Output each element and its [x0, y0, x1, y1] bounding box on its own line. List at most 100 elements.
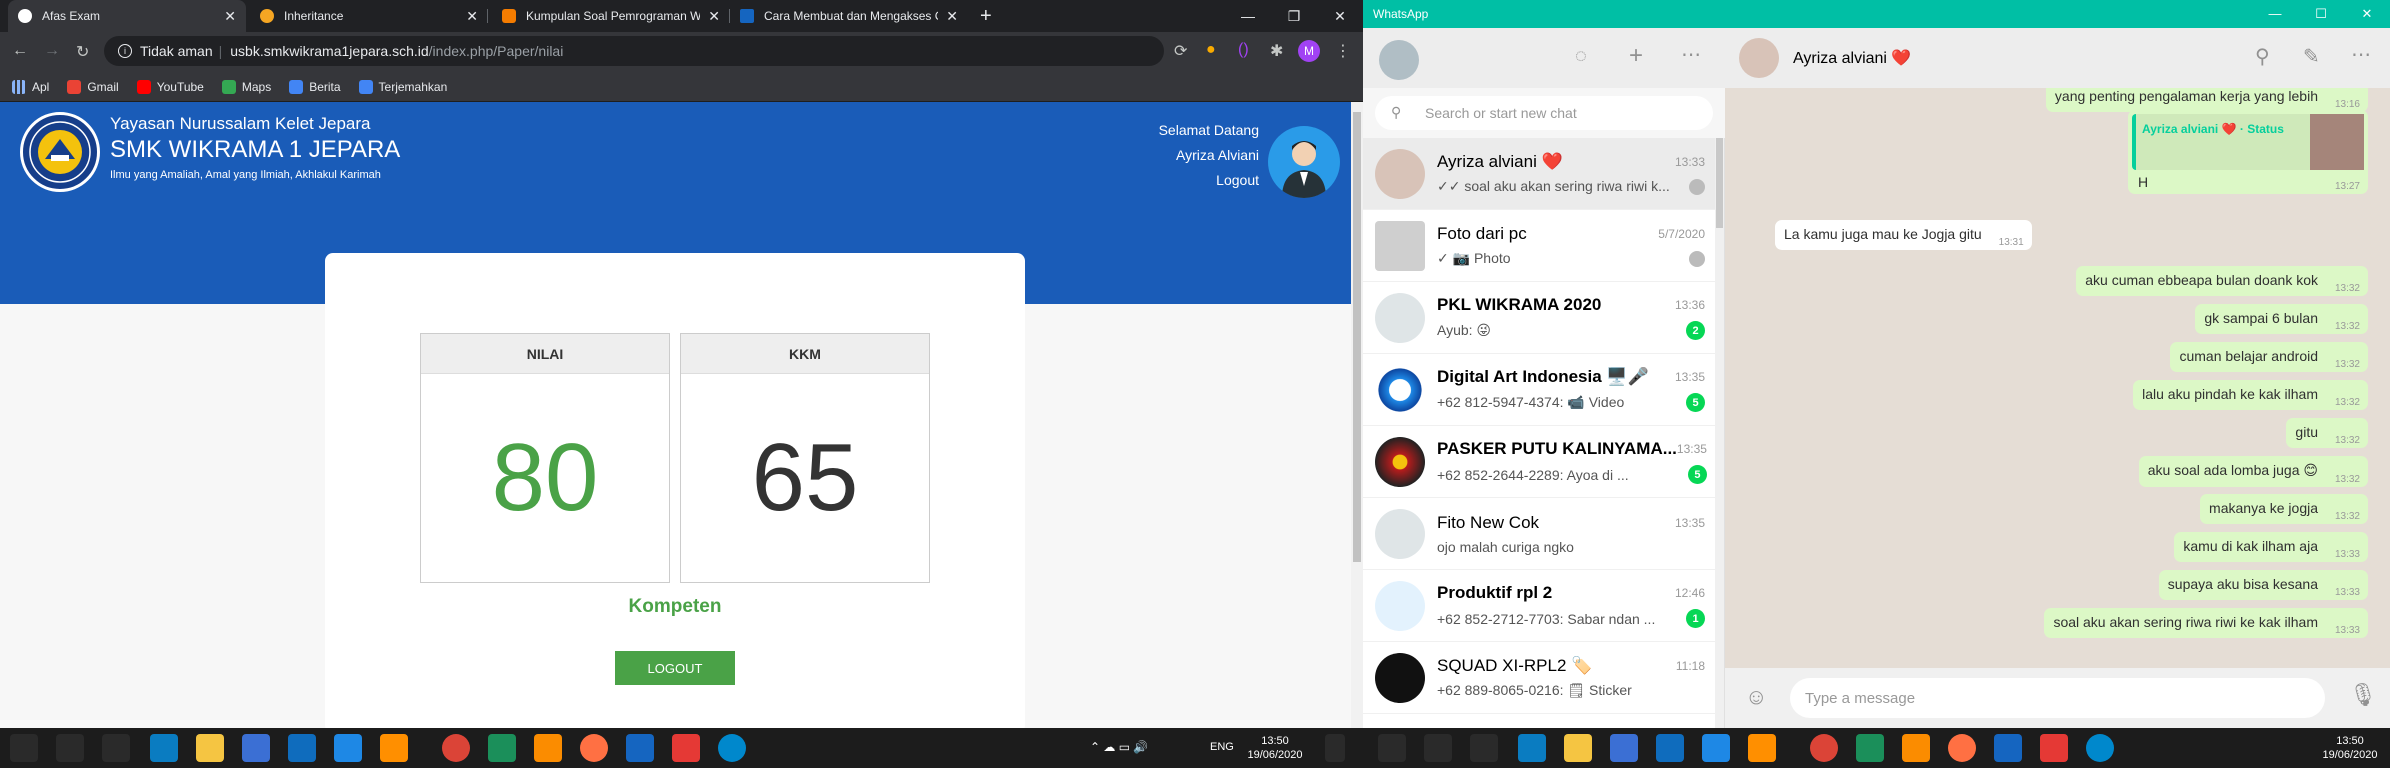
search-input[interactable]: ⚲ Search or start new chat	[1375, 96, 1713, 130]
message-bubble[interactable]: Ayriza alviani ❤️ · Status H 13:27	[2128, 110, 2368, 194]
address-bar[interactable]: i Tidak aman | usbk.smkwikrama1jepara.sc…	[104, 36, 1164, 66]
vscode-icon[interactable]	[1702, 734, 1730, 762]
notification-icon[interactable]	[1325, 734, 1345, 762]
xampp-icon[interactable]	[534, 734, 562, 762]
app-icon[interactable]	[1856, 734, 1884, 762]
message-bubble[interactable]: aku cuman ebbeapa bulan doank kok 13:32	[2076, 266, 2368, 296]
bookmark-apps[interactable]: Apl	[12, 79, 49, 94]
sublime-icon[interactable]	[380, 734, 408, 762]
message-bubble[interactable]: makanya ke jogja 13:32	[2200, 494, 2368, 524]
search-icon[interactable]	[1424, 734, 1452, 762]
minimize-button[interactable]: —	[2252, 0, 2298, 28]
start-icon[interactable]	[1378, 734, 1406, 762]
message-bubble[interactable]: La kamu juga mau ke Jogja gitu 13:31	[1775, 220, 2032, 250]
menu-dots-icon[interactable]: ⋯	[1681, 42, 1701, 67]
edge-icon[interactable]	[150, 734, 178, 762]
close-tab-icon[interactable]: ✕	[946, 8, 958, 25]
microphone-icon[interactable]: 🎙	[2349, 682, 2377, 708]
my-avatar[interactable]	[1379, 40, 1419, 80]
language-indicator[interactable]: ENG	[1210, 741, 1234, 753]
restore-button[interactable]: ❐	[1271, 0, 1317, 32]
task-view-icon[interactable]	[1470, 734, 1498, 762]
new-chat-icon[interactable]: +	[1629, 42, 1643, 70]
bookmark-maps[interactable]: Maps	[221, 79, 271, 94]
profile-avatar[interactable]: M	[1298, 40, 1320, 62]
firefox-icon[interactable]	[580, 734, 608, 762]
status-reply-quote[interactable]: Ayriza alviani ❤️ · Status	[2132, 114, 2364, 170]
reload-icon[interactable]: ↻	[76, 42, 89, 62]
search-icon[interactable]: ⚲	[2255, 44, 2270, 69]
extension-sync-icon[interactable]: ⟳	[1174, 41, 1187, 61]
back-icon[interactable]: ←	[12, 42, 28, 60]
message-input[interactable]: Type a message	[1790, 678, 2325, 718]
message-bubble[interactable]: yang penting pengalaman kerja yang lebih…	[2045, 88, 2368, 112]
clock[interactable]: 13:50 19/06/2020	[2320, 734, 2380, 762]
forward-icon[interactable]: →	[44, 42, 60, 60]
chat-item[interactable]: Fito New Cok 13:35 ojo malah curiga ngko	[1363, 498, 1715, 570]
message-bubble[interactable]: supaya aku bisa kesana 13:33	[2158, 570, 2368, 600]
new-tab-button[interactable]: +	[980, 6, 992, 26]
close-tab-icon[interactable]: ✕	[708, 8, 720, 25]
message-bubble[interactable]: lalu aku pindah ke kak ilham 13:32	[2133, 380, 2368, 410]
bookmark-terjemahkan[interactable]: Terjemahkan	[358, 79, 447, 94]
tab-kumpulan-soal[interactable]: Kumpulan Soal Pemrograman W ✕	[492, 0, 730, 32]
telegram-icon[interactable]	[2086, 734, 2114, 762]
clock[interactable]: 13:50 19/06/2020	[1245, 734, 1305, 762]
word-icon[interactable]	[1994, 734, 2022, 762]
word-icon[interactable]	[626, 734, 654, 762]
file-explorer-icon[interactable]	[1564, 734, 1592, 762]
close-window-button[interactable]: ✕	[2344, 0, 2390, 28]
bookmark-youtube[interactable]: YouTube	[136, 79, 204, 94]
store-icon[interactable]	[1610, 734, 1638, 762]
tab-afas-exam[interactable]: Afas Exam ✕	[8, 0, 246, 32]
chat-item[interactable]: Ayriza alviani ❤️ 13:33 ✓✓ soal aku akan …	[1363, 138, 1715, 210]
extension-lamp-icon[interactable]: ●	[1206, 41, 1216, 59]
sublime-icon[interactable]	[1748, 734, 1776, 762]
message-bubble[interactable]: cuman belajar android 13:32	[2170, 342, 2368, 372]
app-badge-icon[interactable]	[2040, 734, 2068, 762]
logout-link[interactable]: Logout	[1216, 172, 1259, 188]
bookmark-berita[interactable]: Berita	[289, 79, 341, 94]
tab-cara-membuat[interactable]: Cara Membuat dan Mengakses C ✕	[730, 0, 968, 32]
chat-item[interactable]: Produktif rpl 2 12:46 +62 852-2712-7703: …	[1363, 570, 1715, 642]
chat-item[interactable]: PASKER PUTU KALINYAMA... 13:35 +62 852-26…	[1363, 426, 1715, 498]
logout-button[interactable]: LOGOUT	[615, 651, 735, 685]
attach-icon[interactable]: ✎	[2303, 44, 2320, 69]
extension-code-icon[interactable]: ()	[1238, 41, 1249, 59]
chrome-icon[interactable]	[1810, 734, 1838, 762]
chat-item[interactable]: SQUAD XI-RPL2 🏷️ 11:18 +62 889-8065-0216:…	[1363, 642, 1715, 714]
chat-list-scrollbar-thumb[interactable]	[1716, 138, 1723, 228]
bookmark-gmail[interactable]: Gmail	[67, 79, 119, 94]
app-badge-icon[interactable]	[672, 734, 700, 762]
extensions-puzzle-icon[interactable]: ✱	[1270, 41, 1283, 61]
xampp-icon[interactable]	[1902, 734, 1930, 762]
chat-item[interactable]: PKL WIKRAMA 2020 13:36 Ayub: 😜 2	[1363, 282, 1715, 354]
telegram-icon[interactable]	[718, 734, 746, 762]
close-window-button[interactable]: ✕	[1317, 0, 1363, 32]
contact-avatar[interactable]	[1739, 38, 1779, 78]
info-icon[interactable]: i	[118, 44, 132, 58]
tray-icons[interactable]: ⌃ ☁ ▭ 🔊	[1090, 740, 1148, 754]
start-icon[interactable]	[10, 734, 38, 762]
chat-item[interactable]: Digital Art Indonesia 🖥️🎤 13:35 +62 812-5…	[1363, 354, 1715, 426]
chrome-icon[interactable]	[442, 734, 470, 762]
page-scrollbar-thumb[interactable]	[1353, 112, 1361, 562]
message-bubble[interactable]: gk sampai 6 bulan 13:32	[2195, 304, 2368, 334]
close-tab-icon[interactable]: ✕	[466, 8, 478, 25]
firefox-icon[interactable]	[1948, 734, 1976, 762]
app-icon[interactable]	[488, 734, 516, 762]
search-icon[interactable]	[56, 734, 84, 762]
edge-icon[interactable]	[1518, 734, 1546, 762]
vscode-icon[interactable]	[334, 734, 362, 762]
menu-kebab-icon[interactable]: ⋮	[1335, 41, 1351, 61]
close-tab-icon[interactable]: ✕	[224, 8, 236, 25]
tab-inheritance[interactable]: Inheritance ✕	[250, 0, 488, 32]
message-bubble[interactable]: kamu di kak ilham aja 13:33	[2174, 532, 2368, 562]
mail-icon[interactable]	[288, 734, 316, 762]
file-explorer-icon[interactable]	[196, 734, 224, 762]
message-bubble[interactable]: gitu 13:32	[2286, 418, 2368, 448]
status-icon[interactable]: ◌	[1575, 45, 1587, 68]
task-view-icon[interactable]	[102, 734, 130, 762]
contact-name[interactable]: Ayriza alviani ❤️	[1793, 48, 1911, 68]
message-bubble[interactable]: aku soal ada lomba juga 😊 13:32	[2138, 456, 2368, 487]
